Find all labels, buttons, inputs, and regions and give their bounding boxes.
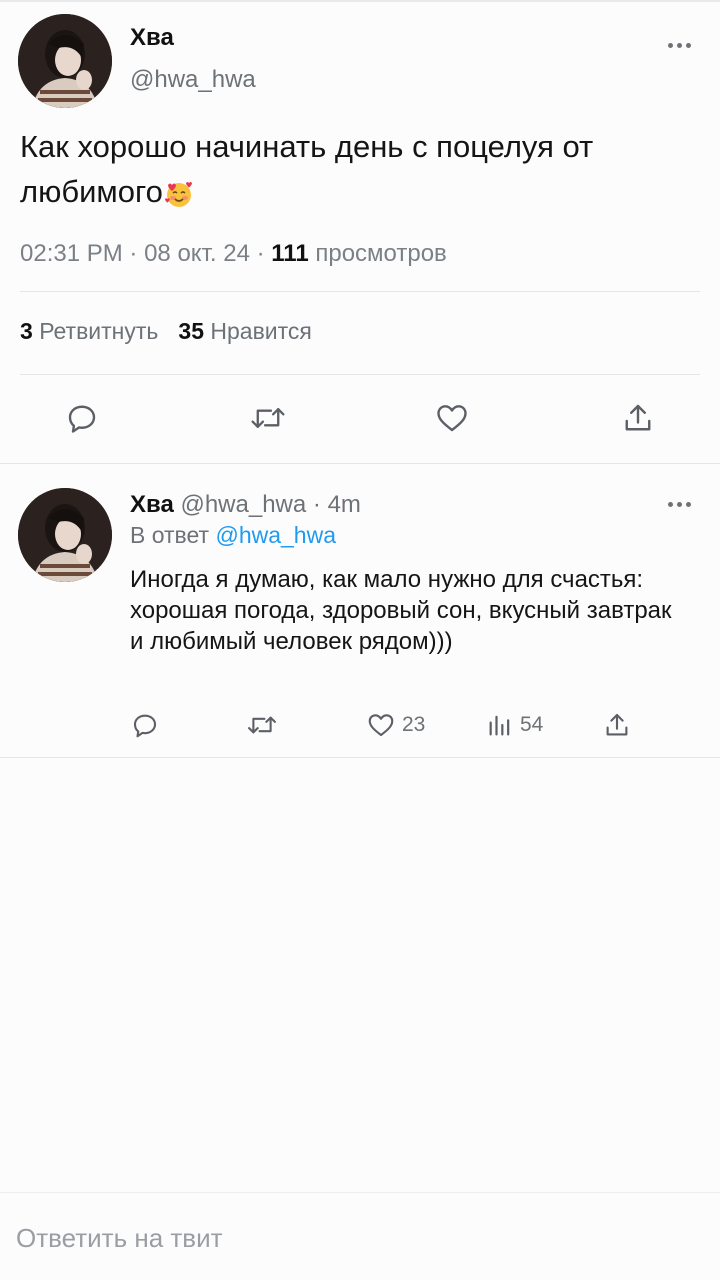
likes-count: 35 <box>178 318 204 344</box>
reply-input-placeholder[interactable]: Ответить на твит <box>16 1223 223 1254</box>
reply-retweet-button[interactable] <box>246 710 278 740</box>
retweets-count: 3 <box>20 318 33 344</box>
smiling-face-with-hearts-icon <box>164 179 194 209</box>
reply-views-count: 54 <box>520 713 544 736</box>
more-options-icon[interactable] <box>668 40 696 50</box>
author-avatar[interactable] <box>18 14 112 108</box>
likes-label: Нравится <box>210 318 312 344</box>
share-icon <box>606 713 628 736</box>
reply-share-button[interactable] <box>602 710 632 740</box>
reply-icon <box>68 405 96 433</box>
reply-header: Хва @hwa_hwa · 4m <box>130 491 361 519</box>
bar-chart-icon <box>489 715 510 736</box>
reply-mention-link[interactable]: @hwa_hwa <box>215 522 336 548</box>
tweet-text: Как хорошо начинать день с поцелуя от лю… <box>20 124 700 214</box>
section-divider <box>0 463 720 464</box>
reply-views-button[interactable]: 54 <box>486 710 543 740</box>
views-label: просмотров <box>315 240 447 267</box>
reply-like-button[interactable]: 23 <box>366 710 425 740</box>
heart-icon <box>437 405 467 432</box>
section-divider <box>0 757 720 758</box>
reply-likes-count: 23 <box>402 713 426 736</box>
meta-separator: · <box>129 240 138 267</box>
top-divider <box>0 0 720 2</box>
in-reply-prefix: В ответ <box>130 522 210 548</box>
reply-reply-button[interactable] <box>130 710 160 740</box>
reply-compose-bar[interactable]: Ответить на твит <box>0 1192 720 1280</box>
heart-icon <box>368 714 394 737</box>
reply-author-avatar[interactable] <box>18 488 112 582</box>
likes-stat[interactable]: 35 Нравится <box>178 318 311 344</box>
meta-separator: · <box>312 491 321 518</box>
tweet-date: 08 окт. 24 <box>144 240 250 267</box>
divider <box>20 291 700 292</box>
avatar-photo <box>18 488 112 582</box>
reply-time: 4m <box>327 491 361 518</box>
like-button[interactable] <box>434 400 470 436</box>
tweet-body: Как хорошо начинать день с поцелуя от лю… <box>20 129 594 209</box>
author-handle[interactable]: @hwa_hwa <box>130 66 256 94</box>
retweet-icon <box>251 408 285 428</box>
reply-more-options-icon[interactable] <box>668 499 696 509</box>
share-button[interactable] <box>620 400 656 436</box>
reply-author-name[interactable]: Хва <box>130 491 174 518</box>
retweets-label: Ретвитнуть <box>39 318 159 344</box>
reply-text: Иногда я думаю, как мало нужно для счаст… <box>130 566 672 655</box>
tweet-time: 02:31 PM <box>20 240 123 267</box>
engagement-counts: 3 Ретвитнуть 35 Нравится <box>20 318 312 345</box>
reply-button[interactable] <box>64 400 100 436</box>
retweets-stat[interactable]: 3 Ретвитнуть <box>20 318 158 344</box>
author-name[interactable]: Хва <box>130 24 174 52</box>
reply-icon <box>133 714 157 738</box>
divider <box>20 374 700 375</box>
retweet-button[interactable] <box>249 400 287 436</box>
reply-author-handle[interactable]: @hwa_hwa <box>180 491 306 518</box>
in-reply-to: В ответ @hwa_hwa <box>130 522 336 549</box>
tweet-meta: 02:31 PM · 08 окт. 24 · 111 просмотров <box>20 240 447 268</box>
retweet-icon <box>248 716 276 734</box>
share-icon <box>625 404 651 431</box>
meta-separator: · <box>256 240 265 267</box>
views-count: 111 <box>271 240 309 267</box>
avatar-photo <box>18 14 112 108</box>
